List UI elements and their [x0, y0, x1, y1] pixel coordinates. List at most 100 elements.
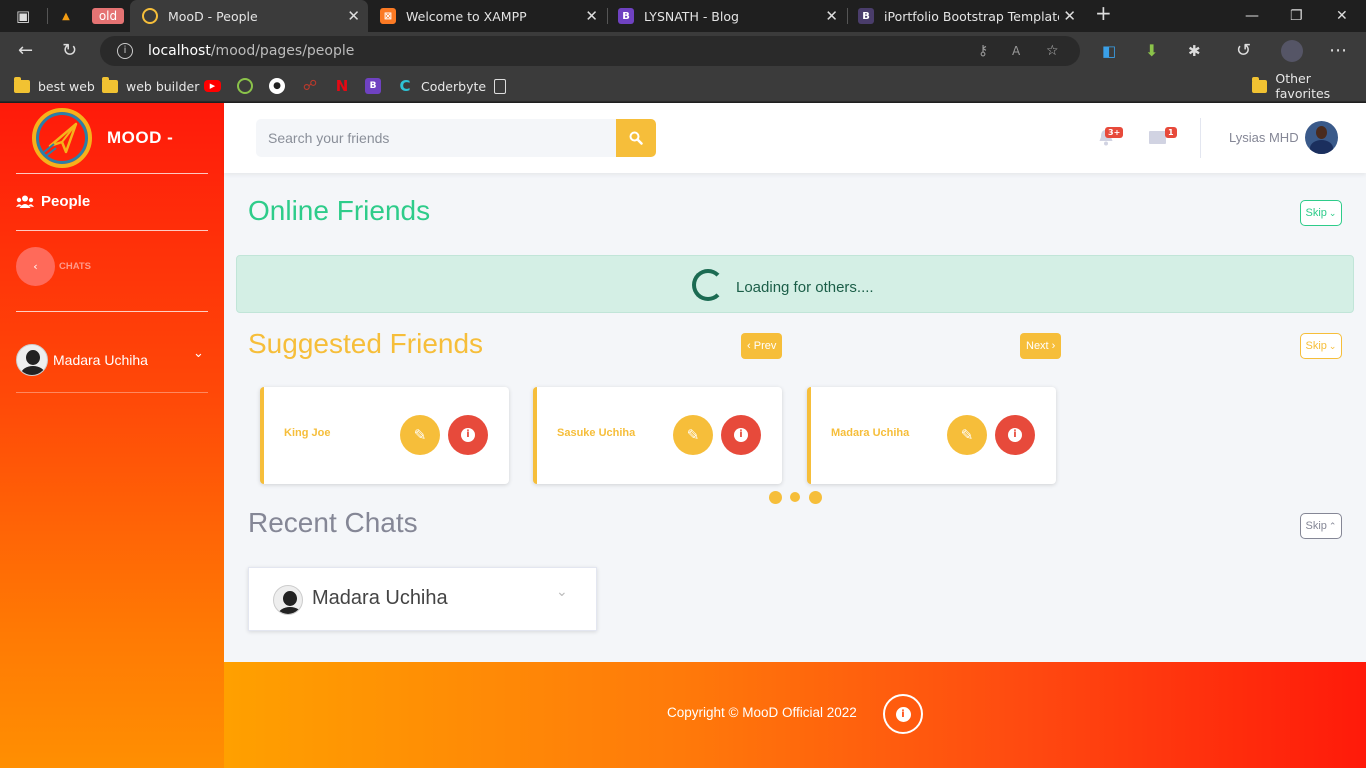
- avatar: [273, 585, 303, 615]
- mountain-icon: ▲: [62, 10, 70, 22]
- brand-name[interactable]: MOOD -: [107, 128, 173, 148]
- xampp-icon: ⊠: [380, 8, 396, 24]
- friend-name[interactable]: Madara Uchiha: [831, 427, 909, 439]
- recent-skip-button[interactable]: Skip ⌃: [1300, 513, 1342, 539]
- favorite-star-icon[interactable]: ☆: [1046, 36, 1059, 66]
- footer-info-button[interactable]: i: [883, 694, 923, 734]
- mood-bookmark-icon[interactable]: [237, 76, 253, 96]
- info-button[interactable]: i: [721, 415, 761, 455]
- chevron-down-icon[interactable]: ⌄: [193, 346, 204, 361]
- suggested-friends-title: Suggested Friends: [248, 328, 484, 359]
- user-avatar[interactable]: [1305, 121, 1338, 154]
- edit-button[interactable]: ✎: [673, 415, 713, 455]
- new-tab-icon[interactable]: +: [1095, 3, 1112, 23]
- bookmark-other-favorites[interactable]: Other favorites: [1252, 71, 1366, 101]
- sidebar-item-chats[interactable]: CHATS: [59, 261, 91, 272]
- key-icon[interactable]: ⚷: [978, 36, 988, 66]
- tab-lysnath-blog[interactable]: B LYSNATH - Blog ✕: [608, 0, 846, 32]
- chevron-down-icon: ⌄: [1328, 340, 1337, 351]
- tab-old[interactable]: old: [92, 0, 128, 32]
- friend-card: King Joe ✎ i: [260, 387, 509, 484]
- loading-alert: Loading for others....: [236, 255, 1354, 313]
- next-button[interactable]: Next ›: [1020, 333, 1062, 359]
- search-button[interactable]: [616, 119, 656, 157]
- recent-chat-card[interactable]: Madara Uchiha ⌄: [248, 567, 597, 631]
- message-count-badge: 1: [1165, 127, 1177, 138]
- notification-count-badge: 3+: [1105, 127, 1124, 138]
- recent-chats-title: Recent Chats: [248, 507, 418, 538]
- info-button[interactable]: i: [448, 415, 488, 455]
- sidebar-item-people[interactable]: People: [16, 193, 90, 210]
- carousel-dot[interactable]: [769, 491, 782, 504]
- chats-toggle-button[interactable]: ‹: [16, 247, 55, 286]
- carousel-dot[interactable]: [809, 491, 822, 504]
- close-tab-icon[interactable]: ✕: [825, 8, 838, 24]
- info-icon: i: [734, 428, 748, 442]
- folder-icon: [102, 76, 118, 93]
- tab-actions-icon[interactable]: ▣: [16, 6, 30, 26]
- info-icon: i: [1008, 428, 1022, 442]
- youtube-icon[interactable]: ▶: [204, 76, 221, 96]
- divider: [16, 173, 208, 174]
- prev-button[interactable]: ‹ Prev: [741, 333, 783, 359]
- friend-name[interactable]: King Joe: [284, 427, 330, 439]
- close-tab-icon[interactable]: ✕: [1063, 8, 1076, 24]
- address-bar-row: ← ↻ i localhost/mood/pages/people ⚷ A ☆ …: [0, 32, 1366, 70]
- bootstrap-bookmark-icon[interactable]: B: [365, 76, 381, 96]
- info-icon[interactable]: i: [117, 43, 133, 59]
- bookmark-web-builder[interactable]: web builder: [102, 76, 199, 96]
- close-tab-icon[interactable]: ✕: [585, 8, 598, 24]
- divider: [16, 392, 208, 393]
- divider: [16, 311, 208, 312]
- info-icon: i: [895, 706, 911, 722]
- tab-iportfolio[interactable]: B iPortfolio Bootstrap Template - I ✕: [848, 0, 1084, 32]
- friend-name[interactable]: Sasuke Uchiha: [557, 427, 635, 439]
- messages-envelope-icon[interactable]: 1: [1149, 127, 1177, 144]
- notifications-bell-icon[interactable]: 3+: [1098, 127, 1124, 150]
- back-icon[interactable]: ←: [18, 41, 33, 61]
- mood-logo[interactable]: [32, 108, 92, 168]
- history-icon[interactable]: ↺: [1236, 41, 1251, 61]
- download-icon[interactable]: ⬇: [1145, 41, 1158, 61]
- tab-xampp[interactable]: ⊠ Welcome to XAMPP ✕: [370, 0, 606, 32]
- red-site-icon[interactable]: ☍: [302, 76, 318, 96]
- carousel-dot[interactable]: [790, 492, 800, 502]
- search-input[interactable]: Search your friends: [256, 119, 616, 157]
- extensions-puzzle-icon[interactable]: ✱: [1188, 41, 1201, 61]
- close-tab-icon[interactable]: ✕: [347, 8, 360, 24]
- search-icon: [629, 131, 643, 145]
- chevron-down-icon[interactable]: ⌄: [556, 584, 568, 600]
- bootstrap-icon: B: [858, 8, 874, 24]
- url-field[interactable]: i localhost/mood/pages/people ⚷ A ☆: [100, 36, 1080, 66]
- divider: [1200, 118, 1201, 158]
- page-icon[interactable]: [494, 76, 506, 96]
- edit-button[interactable]: ✎: [947, 415, 987, 455]
- extension-icon[interactable]: ◧: [1102, 41, 1116, 61]
- refresh-icon[interactable]: ↻: [62, 41, 77, 61]
- info-button[interactable]: i: [995, 415, 1035, 455]
- chevron-down-icon: ⌄: [1328, 207, 1337, 218]
- restore-icon[interactable]: ❐: [1290, 7, 1303, 25]
- tab-mood-people[interactable]: MooD - People ✕: [130, 0, 368, 32]
- bookmark-best-web[interactable]: best web: [14, 76, 95, 96]
- folder-icon: [14, 76, 30, 93]
- profile-icon[interactable]: [1281, 40, 1303, 62]
- friend-card: Sasuke Uchiha ✎ i: [533, 387, 782, 484]
- online-skip-button[interactable]: Skip ⌄: [1300, 200, 1342, 226]
- github-icon[interactable]: ●: [269, 76, 285, 96]
- minimize-icon[interactable]: —: [1245, 7, 1259, 25]
- pinned-tab[interactable]: ▲: [58, 0, 82, 32]
- sidebar: MOOD - People ‹ CHATS Madara Uchiha ⌄: [0, 103, 224, 768]
- read-aloud-icon[interactable]: A: [1012, 36, 1020, 66]
- bookmark-coderbyte[interactable]: C Coderbyte: [397, 76, 486, 96]
- more-menu-icon[interactable]: ⋯: [1329, 41, 1347, 61]
- users-icon: [16, 195, 34, 208]
- netflix-icon[interactable]: N: [334, 76, 350, 96]
- sidebar-user[interactable]: Madara Uchiha: [16, 344, 148, 376]
- topbar: Search your friends 3+ 1 Lysias MHD: [224, 103, 1366, 173]
- close-window-icon[interactable]: ✕: [1336, 7, 1348, 25]
- topbar-user-name[interactable]: Lysias MHD: [1229, 130, 1299, 145]
- edit-button[interactable]: ✎: [400, 415, 440, 455]
- pencil-icon: ✎: [686, 426, 700, 444]
- suggested-skip-button[interactable]: Skip ⌄: [1300, 333, 1342, 359]
